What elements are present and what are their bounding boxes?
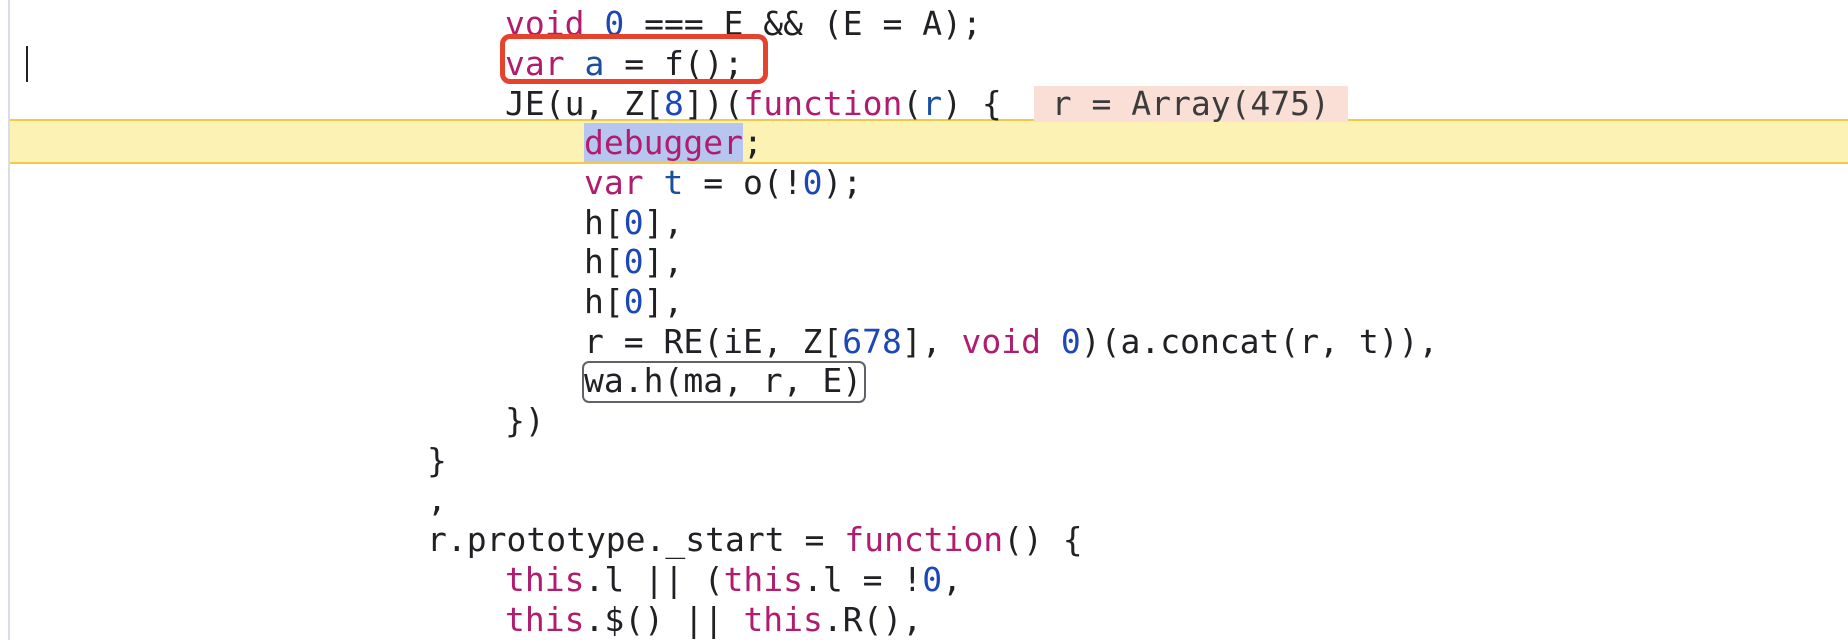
code-token: ],: [643, 282, 684, 321]
code-line[interactable]: }: [427, 441, 447, 481]
code-token: this: [505, 560, 585, 599]
code-line[interactable]: ,: [427, 480, 447, 520]
code-token: ],: [643, 203, 684, 242]
code-token: }): [505, 401, 545, 440]
code-token: );: [822, 163, 863, 202]
code-token: (: [902, 84, 923, 123]
code-line[interactable]: }): [505, 401, 545, 441]
code-line[interactable]: JE(u, Z[8])(function(r) { r = Array(475): [505, 84, 1348, 124]
inline-variable-value: r = Array(475): [1033, 86, 1348, 122]
paused-line-highlight: [10, 119, 1848, 164]
code-line[interactable]: var t = o(!0);: [584, 163, 862, 203]
gutter-border: [8, 0, 10, 640]
code-token: ])(: [683, 84, 744, 123]
code-token: 0: [922, 560, 943, 599]
code-token: function: [844, 520, 1004, 559]
code-token: void: [961, 322, 1041, 361]
code-token: r = RE(iE, Z[: [584, 322, 843, 361]
code-token: .l = !: [803, 560, 923, 599]
code-token: ],: [901, 322, 962, 361]
code-token: h[: [584, 203, 624, 242]
code-token: h[: [584, 282, 624, 321]
code-token: .l || (: [584, 560, 724, 599]
code-token: function: [743, 84, 903, 123]
code-token: JE(u, Z[: [505, 84, 664, 123]
code-token: 0: [623, 282, 644, 321]
code-line[interactable]: h[0],: [584, 242, 683, 282]
code-token: 678: [842, 322, 902, 361]
source-code-editor[interactable]: void 0 === E && (E = A); var a = f(); JE(u…: [0, 0, 1848, 640]
code-token: 0: [1060, 322, 1081, 361]
code-token: r: [922, 84, 943, 123]
code-token: this: [743, 600, 823, 639]
code-token: h[: [584, 242, 624, 281]
code-line[interactable]: this.$() || this.R(),: [505, 600, 922, 640]
debugger-statement: debugger: [584, 123, 743, 162]
hover-expression-box[interactable]: [582, 361, 866, 403]
code-token: 0: [802, 163, 823, 202]
code-line[interactable]: h[0],: [584, 203, 683, 243]
code-token: }: [427, 441, 447, 480]
code-line[interactable]: h[0],: [584, 282, 683, 322]
code-token: .R(),: [822, 600, 923, 639]
code-token: = o(!: [683, 163, 803, 202]
code-token: ],: [643, 242, 684, 281]
code-line[interactable]: r = RE(iE, Z[678], void 0)(a.concat(r, t…: [584, 322, 1438, 362]
code-token: 8: [663, 84, 684, 123]
text-cursor: [26, 46, 28, 82]
code-token: r.prototype._start =: [427, 520, 845, 559]
red-annotation-box: [500, 34, 768, 84]
code-token: ,: [427, 480, 447, 519]
code-token: t: [663, 163, 684, 202]
code-token: this: [505, 600, 585, 639]
code-line[interactable]: debugger;: [584, 123, 763, 163]
code-token: ) {: [942, 84, 1002, 123]
code-token: () {: [1003, 520, 1083, 559]
code-token: 0: [623, 203, 644, 242]
code-token: var: [584, 163, 644, 202]
code-token: 0: [623, 242, 644, 281]
code-token: .$() ||: [584, 600, 744, 639]
code-token: )(a.concat(r, t)),: [1080, 322, 1439, 361]
code-token: this: [723, 560, 804, 599]
code-token: ,: [942, 560, 963, 599]
code-token: ;: [742, 123, 763, 162]
code-line[interactable]: this.l || (this.l = !0,: [505, 560, 962, 600]
code-line[interactable]: r.prototype._start = function() {: [427, 520, 1083, 560]
